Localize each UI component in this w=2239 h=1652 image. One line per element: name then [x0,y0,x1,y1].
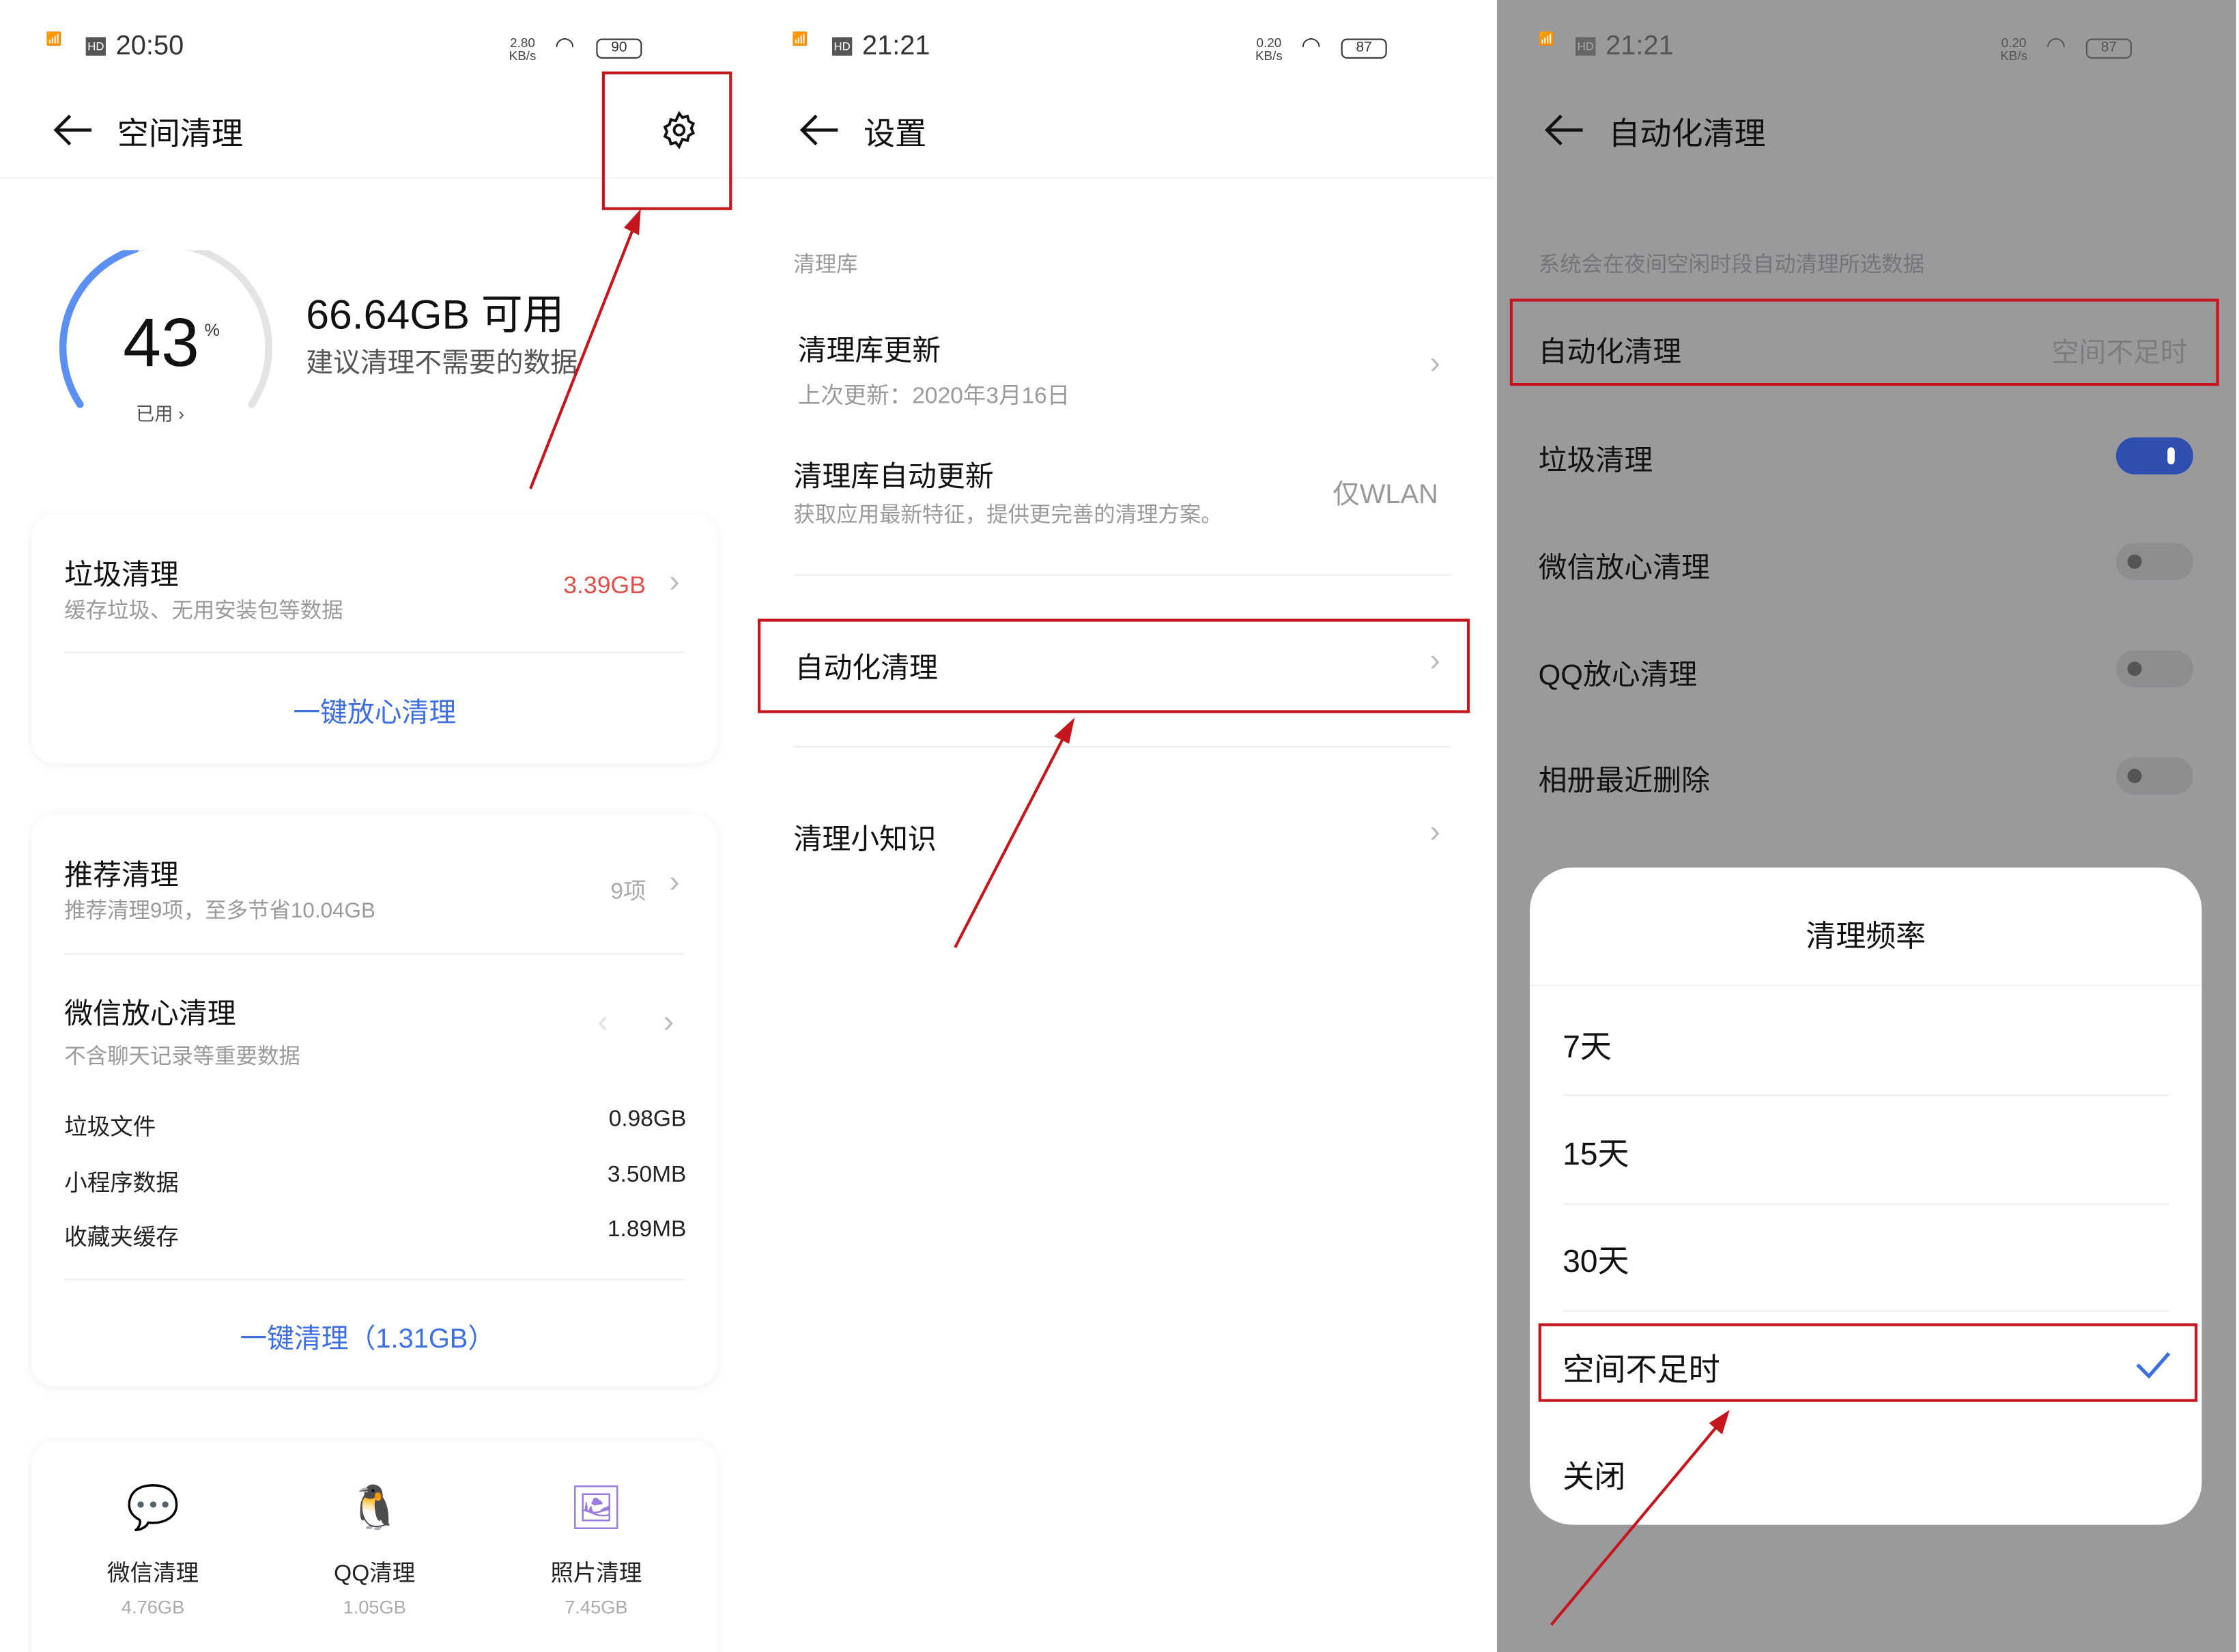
annotation-arrow [955,726,1070,947]
annotation-arrow [530,217,638,489]
screenshot-composite: 📶 HD 20:50 2.80KB/s ◠ 90 空间清理 43 % 已用 › … [0,0,2239,1652]
annotation-arrows [0,0,2239,1652]
annotation-arrow [1552,1418,1724,1625]
